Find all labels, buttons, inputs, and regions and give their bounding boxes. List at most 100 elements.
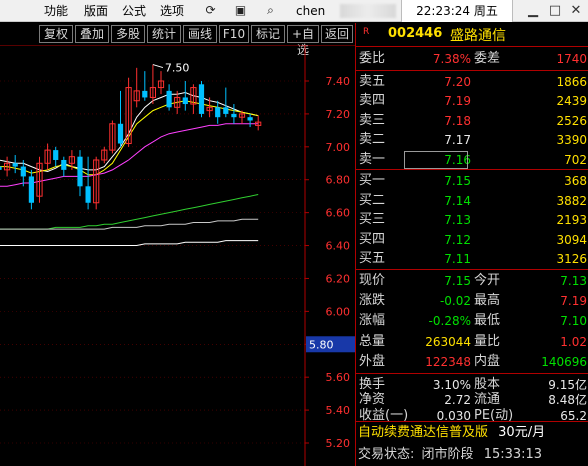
statistics-button[interactable]: 统计	[147, 25, 181, 43]
ask-row: 卖四 7.19 2439	[356, 91, 588, 111]
stat-row: 外盘 122348 内盘 140696	[356, 352, 588, 372]
menu-bar: 功能 版面 公式 选项 ⟳ ▣ ⌕ chen 22:23:24 周五 ▁ □ ✕	[0, 0, 588, 22]
stat-label-2: 最低	[474, 313, 501, 329]
ask-label: 卖二	[359, 132, 386, 148]
candles-layer	[0, 64, 262, 210]
tick-label: 7.40	[326, 75, 351, 88]
overlay-button[interactable]: 叠加	[75, 25, 109, 43]
high-price-label: 7.50	[165, 62, 190, 75]
candle-body	[198, 84, 205, 114]
tick-label: 6.40	[326, 240, 351, 253]
tick-label: 6.80	[326, 174, 351, 187]
ask-label: 卖一	[359, 151, 386, 167]
bid-label: 买四	[359, 231, 386, 247]
stat-label-2: 今开	[474, 273, 501, 288]
stock-name[interactable]: 盛路通信	[450, 25, 506, 45]
candle-body	[85, 186, 91, 203]
bid-price: 7.11	[444, 252, 471, 267]
ad-price: 30元/月	[498, 425, 546, 440]
stat-label: 外盘	[359, 353, 386, 369]
weibi-row: 委比 7.38% 委差 1740	[356, 49, 588, 69]
multi-stock-button[interactable]: 多股	[111, 25, 145, 43]
ask-label: 卖三	[359, 112, 386, 128]
status-value: 闭市阶段	[421, 447, 474, 462]
menu-layout[interactable]: 版面	[84, 3, 108, 19]
stat-label: 总量	[359, 333, 386, 349]
candle-body	[166, 90, 172, 108]
chart-toolbar: 复权 叠加 多股 统计 画线 F10 标记 +自选 返回	[0, 23, 355, 57]
weicha-value: 1740	[556, 52, 587, 66]
stock-code[interactable]: 002446	[388, 26, 442, 41]
menu-formula[interactable]: 公式	[122, 3, 146, 19]
ask-price: 7.20	[444, 75, 471, 89]
back-button[interactable]: 返回	[321, 25, 353, 43]
bid-label: 买三	[359, 212, 386, 228]
mark-button[interactable]: 标记	[251, 25, 285, 43]
stock-header: R 002446 盛路通信	[356, 23, 588, 47]
divider	[356, 373, 588, 374]
tick-label: 5.20	[326, 437, 351, 450]
f10-button[interactable]: F10	[219, 25, 249, 43]
ask-row: 卖五 7.20 1866	[356, 72, 588, 92]
stat-label: 现价	[359, 273, 386, 288]
bid-price: 7.14	[444, 193, 471, 208]
bid-row: 买四 7.12 3094	[356, 230, 588, 250]
candle-body	[215, 107, 221, 118]
ask-price: 7.18	[444, 113, 471, 128]
bid-label: 买二	[359, 192, 386, 208]
ask-volume: 3390	[556, 133, 587, 148]
ask-row: 卖一 7.16 702	[356, 150, 588, 170]
draw-line-button[interactable]: 画线	[183, 25, 217, 43]
bid-row: 买二 7.14 3882	[356, 191, 588, 211]
kline-chart[interactable]: 7.40 7.20 7.00 6.80 6.60 6.40 6.20 6.00 5.80 5.60…	[0, 45, 355, 466]
bid-price: 7.12	[444, 232, 471, 247]
bid-row: 买五 7.11 3126	[356, 249, 588, 269]
stat-value-2: 140696	[541, 354, 587, 369]
refresh-icon[interactable]: ⟳	[203, 3, 218, 18]
ask-row: 卖二 7.17 3390	[356, 130, 588, 150]
menu-function[interactable]: 功能	[44, 3, 68, 19]
monitor-icon[interactable]: ▣	[233, 3, 248, 18]
menu-options[interactable]: 选项	[160, 3, 184, 19]
clock-display: 22:23:24 周五	[401, 0, 513, 22]
candle-body	[223, 107, 229, 114]
weibi-value: 7.38%	[432, 52, 471, 66]
stat-row: 现价 7.15 今开 7.13	[356, 271, 588, 291]
stat-value-2: 7.13	[560, 274, 587, 288]
stat-row: 总量 263044 量比 1.02	[356, 332, 588, 352]
bid-price: 7.13	[444, 213, 471, 228]
candle-body	[61, 159, 67, 170]
cursor-price-label: 5.80	[309, 338, 334, 351]
candle-body	[231, 113, 237, 118]
moving-average-line	[0, 240, 259, 246]
fundamental-row: 收益(一) 0.030 PE(动) 65.2	[356, 406, 588, 426]
stat-label: 涨幅	[359, 313, 386, 329]
fund-value: 0.030	[436, 408, 471, 423]
maximize-icon[interactable]: □	[547, 3, 563, 19]
candle-body	[117, 123, 124, 144]
tick-label: 7.20	[326, 108, 351, 121]
stat-value-2: 1.02	[560, 334, 587, 349]
moving-average-line	[0, 194, 259, 230]
ask-volume: 2439	[556, 94, 587, 109]
add-watchlist-button[interactable]: +自选	[287, 25, 319, 57]
fund-value-2: 65.2	[560, 408, 587, 423]
weibi-label: 委比	[359, 51, 386, 66]
divider	[356, 70, 588, 71]
ask-price: 7.19	[444, 94, 471, 109]
minimize-icon[interactable]: ▁	[525, 3, 541, 19]
ask-volume: 702	[564, 152, 587, 167]
stat-row: 涨幅 -0.28% 最低 7.10	[356, 311, 588, 331]
price-selection-box[interactable]	[404, 150, 468, 169]
candle-body	[182, 97, 188, 105]
adjust-price-button[interactable]: 复权	[39, 25, 73, 43]
stat-label: 涨跌	[359, 293, 386, 309]
stat-label-2: 内盘	[474, 353, 501, 369]
close-icon[interactable]: ✕	[568, 3, 584, 19]
search-icon[interactable]: ⌕	[263, 3, 278, 18]
ask-row: 卖三 7.18 2526	[356, 111, 588, 131]
candle-body	[247, 117, 253, 121]
bid-label: 买五	[359, 251, 386, 267]
ask-label: 卖四	[359, 93, 386, 109]
stat-label-2: 量比	[474, 333, 501, 349]
